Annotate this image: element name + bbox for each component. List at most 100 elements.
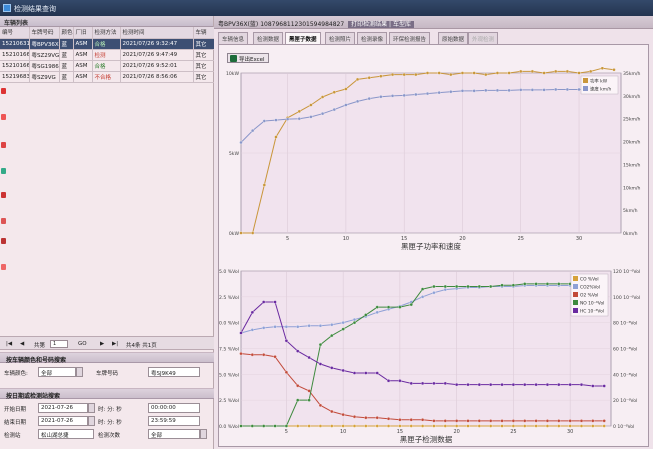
data-point [466, 284, 470, 289]
first-page-icon[interactable]: |◀ [6, 341, 12, 347]
data-point [273, 325, 277, 329]
tab-1[interactable]: 检测数据 [253, 32, 284, 44]
data-point [318, 403, 323, 407]
export-excel-button[interactable]: 导出Excel [227, 53, 269, 63]
tab-4[interactable]: 检测录像 [357, 32, 388, 44]
start-time-input[interactable]: 00:00:00 [148, 403, 200, 413]
count-label: 检测次数 [98, 433, 121, 439]
data-point [284, 339, 289, 343]
cell-id: 15210166 [0, 49, 30, 61]
column-header[interactable]: 检测时间 [120, 27, 194, 39]
tab-3[interactable]: 检测照片 [325, 32, 356, 44]
calendar-icon[interactable] [88, 403, 95, 413]
data-point [297, 109, 301, 114]
data-point [554, 69, 558, 74]
x-tick-label: 25 [510, 429, 516, 435]
plate-input[interactable]: 粤SJ9K49 [148, 367, 200, 377]
calendar-icon[interactable] [88, 416, 95, 426]
page-number-input[interactable]: 1 [50, 340, 68, 348]
prev-page-icon[interactable]: ◀ [20, 341, 24, 347]
table-row[interactable]: 15210166 粤SZ29VG 蓝 ASM 检测 2021/07/26 9:47:49 其… [0, 49, 215, 61]
data-point [307, 324, 311, 328]
table-row[interactable]: 15219683 粤SZ9VG 蓝 ASM 不合格 2021/07/26 8:56:06 其… [0, 71, 215, 83]
next-page-icon[interactable]: ▶ [100, 341, 104, 347]
data-point [466, 383, 470, 387]
table-row[interactable]: 15210631 粤BPV36X 蓝 ASM 合格 2021/07/26 9:32:47 其… [0, 38, 215, 50]
column-header[interactable]: 颜色 [59, 27, 74, 39]
power-speed-chart-svg: 5 10 15 20 25 300kW5kW10kW0km/h5km/h10km/h15k… [226, 66, 641, 251]
column-header[interactable]: 检测方法 [92, 27, 121, 39]
data-point [375, 310, 379, 314]
data-point [251, 231, 255, 235]
data-point [577, 87, 581, 92]
last-page-icon[interactable]: ▶| [112, 341, 118, 347]
y-right-tick-label: 30km/h [623, 94, 641, 100]
data-point [239, 424, 243, 428]
go-button[interactable]: GO [78, 341, 87, 347]
data-point [239, 140, 243, 145]
data-point [519, 88, 523, 92]
tab-0[interactable]: 车辆信息 [218, 32, 249, 44]
legend-label: 速度 km/h [590, 86, 611, 93]
data-point [530, 69, 535, 74]
data-point [250, 424, 254, 428]
data-point [409, 381, 413, 386]
data-point [379, 95, 383, 99]
data-point [307, 355, 311, 360]
column-header[interactable]: 车辆 [193, 27, 215, 39]
data-point [386, 417, 391, 421]
count-select[interactable]: 全部 [148, 429, 200, 439]
legend-swatch [583, 86, 588, 91]
data-point [466, 419, 470, 423]
chevron-down-icon[interactable] [200, 429, 207, 439]
cell-color: 蓝 [59, 38, 74, 50]
data-point [477, 419, 481, 423]
data-point [425, 91, 430, 96]
data-point [320, 112, 325, 116]
data-point [484, 88, 488, 93]
side-color-markers [0, 88, 7, 298]
vehicle-list-header: 车辆列表 [0, 16, 213, 27]
record-actions[interactable]: 打印检测结果 | 车型库 [348, 21, 414, 28]
data-point [460, 89, 465, 93]
end-time-input[interactable]: 23:59:59 [148, 416, 200, 426]
start-date-input[interactable]: 2021-07-26 [38, 403, 88, 413]
data-point [414, 92, 418, 97]
tab-6[interactable]: 原始数据 [438, 32, 469, 44]
data-point [284, 424, 289, 428]
data-point [390, 94, 395, 98]
plate-label: 车牌号码 [96, 371, 119, 377]
tab-5[interactable]: 环保检测报告 [389, 32, 431, 44]
data-point [454, 284, 459, 289]
data-point [239, 331, 243, 335]
data-point [554, 87, 558, 92]
end-date-input[interactable]: 2021-07-26 [38, 416, 88, 426]
legend-label: CO %Vol [580, 277, 599, 283]
color-select[interactable]: 全部 [38, 367, 76, 377]
marker-green [1, 168, 6, 174]
data-point [591, 419, 595, 423]
data-point [577, 71, 581, 75]
column-header[interactable]: 车牌号码 [29, 27, 60, 39]
data-point [579, 424, 584, 428]
data-point [534, 424, 538, 428]
data-point [386, 424, 391, 428]
data-point [344, 103, 348, 107]
table-row[interactable]: 15210166 粤SG1986 蓝 ASM 合格 2021/07/26 9:52:01 其… [0, 60, 215, 72]
chevron-down-icon[interactable] [76, 367, 83, 377]
data-point [297, 117, 301, 121]
column-header[interactable]: 编号 [0, 27, 30, 39]
data-point [568, 419, 572, 423]
data-point [352, 321, 357, 325]
data-point [545, 419, 550, 423]
data-point [568, 383, 572, 387]
tab-7[interactable]: 外观检测 [468, 32, 499, 44]
data-point [432, 419, 436, 423]
data-point [296, 424, 300, 428]
cell-color: 蓝 [59, 60, 74, 72]
y-right-tick-label: 25km/h [623, 117, 641, 123]
column-header[interactable]: 厂旧 [73, 27, 93, 39]
data-point [432, 424, 436, 428]
station-input[interactable]: 松山湖总捷 [38, 429, 94, 439]
legend-swatch [573, 308, 578, 313]
